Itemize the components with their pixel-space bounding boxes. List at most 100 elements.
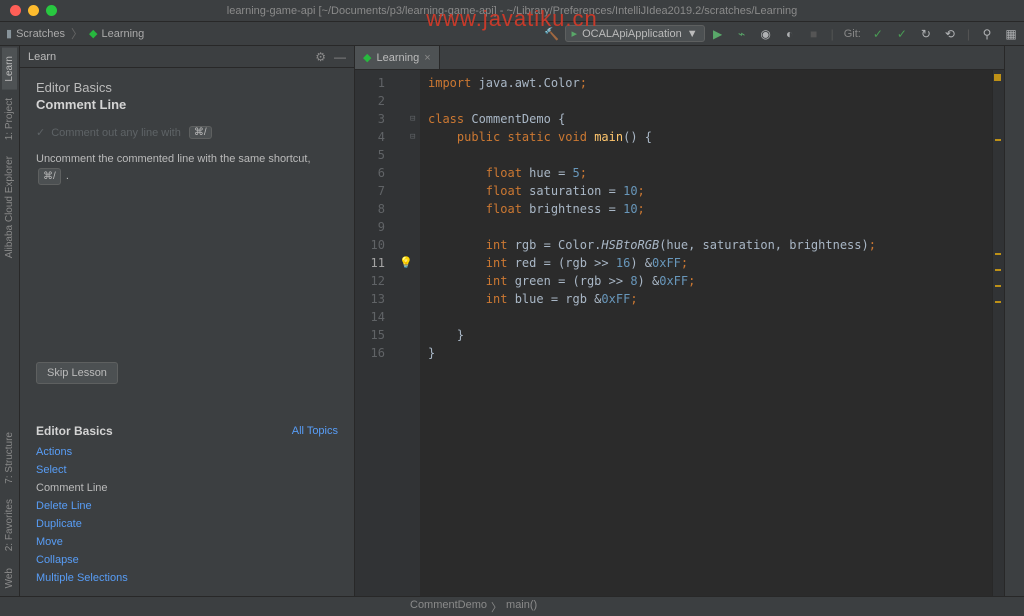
- crumb-sep: 〉: [491, 599, 502, 615]
- crumb-method[interactable]: main(): [506, 599, 537, 615]
- code-line[interactable]: }: [428, 344, 992, 362]
- intention-bulb-icon[interactable]: 💡: [399, 254, 413, 272]
- line-number[interactable]: 9: [355, 218, 385, 236]
- fold-handle[interactable]: ⊟: [410, 110, 415, 128]
- code-editor[interactable]: 12345678910111213141516 💡 ⊟ ⊟ import jav…: [355, 70, 1004, 596]
- line-number[interactable]: 6: [355, 164, 385, 182]
- topic-item[interactable]: Multiple Selections: [36, 572, 338, 584]
- all-topics-link[interactable]: All Topics: [292, 425, 338, 437]
- search-icon[interactable]: ⚲: [980, 27, 994, 41]
- rail-tab-structure[interactable]: 7: Structure: [2, 424, 17, 492]
- code-line[interactable]: int green = (rgb >> 8) &0xFF;: [428, 272, 992, 290]
- tab-label: Learning: [376, 52, 419, 64]
- close-window-button[interactable]: [10, 5, 21, 16]
- skip-lesson-button[interactable]: Skip Lesson: [36, 362, 118, 384]
- line-number[interactable]: 10: [355, 236, 385, 254]
- left-tool-rail: Learn1: ProjectAlibaba Cloud Explorer 7:…: [0, 46, 20, 596]
- line-numbers: 12345678910111213141516: [355, 70, 395, 596]
- rail-tab-favorites[interactable]: 2: Favorites: [2, 491, 17, 559]
- line-number[interactable]: 8: [355, 200, 385, 218]
- line-number[interactable]: 11: [355, 254, 385, 272]
- code-line[interactable]: [428, 218, 992, 236]
- run-button[interactable]: ▶: [711, 27, 725, 41]
- coverage-button[interactable]: ◉: [759, 27, 773, 41]
- code-line[interactable]: }: [428, 326, 992, 344]
- fold-handle[interactable]: ⊟: [410, 128, 415, 146]
- window-title: learning-game-api [~/Documents/p3/learni…: [227, 5, 797, 17]
- folder-icon: ▮: [6, 27, 12, 40]
- maximize-window-button[interactable]: [46, 5, 57, 16]
- git-history-icon[interactable]: ⟲: [943, 27, 957, 41]
- crumb-class[interactable]: CommentDemo: [410, 599, 487, 615]
- code-line[interactable]: float hue = 5;: [428, 164, 992, 182]
- line-number[interactable]: 1: [355, 74, 385, 92]
- shortcut-kbd: ⌘/: [38, 168, 61, 185]
- code-line[interactable]: class CommentDemo {: [428, 110, 992, 128]
- code-line[interactable]: int blue = rgb &0xFF;: [428, 290, 992, 308]
- config-icon: ▸: [572, 27, 578, 40]
- tab-learning[interactable]: ◆ Learning ×: [355, 46, 440, 69]
- topic-item[interactable]: Comment Line: [36, 482, 338, 494]
- breadcrumb-scratches[interactable]: ▮ Scratches: [6, 27, 65, 40]
- learn-panel-header: Learn ⚙ —: [20, 46, 354, 68]
- error-stripe[interactable]: [992, 70, 1004, 596]
- gear-icon[interactable]: ⚙: [315, 50, 326, 64]
- line-number[interactable]: 3: [355, 110, 385, 128]
- line-number[interactable]: 16: [355, 344, 385, 362]
- profile-button[interactable]: ◐: [783, 27, 797, 41]
- breadcrumb-learning[interactable]: ◆ Learning: [89, 27, 144, 40]
- topic-item[interactable]: Duplicate: [36, 518, 338, 530]
- git-commit-icon[interactable]: ✓: [871, 27, 885, 41]
- debug-button[interactable]: ⌁: [735, 27, 749, 41]
- code-line[interactable]: float brightness = 10;: [428, 200, 992, 218]
- warning-stripe[interactable]: [995, 285, 1001, 287]
- editor-breadcrumbs[interactable]: CommentDemo 〉 main(): [410, 599, 537, 615]
- line-number[interactable]: 5: [355, 146, 385, 164]
- git-update-icon[interactable]: ↻: [919, 27, 933, 41]
- code-line[interactable]: [428, 146, 992, 164]
- line-number[interactable]: 12: [355, 272, 385, 290]
- warning-stripe[interactable]: [995, 253, 1001, 255]
- right-tool-rail: [1004, 46, 1024, 596]
- rail-tab-project[interactable]: 1: Project: [2, 90, 17, 148]
- lesson-step-done: ✓ Comment out any line with ⌘/: [36, 126, 338, 139]
- warning-stripe[interactable]: [995, 269, 1001, 271]
- rail-tab-cloud[interactable]: Alibaba Cloud Explorer: [2, 148, 17, 266]
- titlebar: learning-game-api [~/Documents/p3/learni…: [0, 0, 1024, 22]
- warning-stripe[interactable]: [995, 139, 1001, 141]
- line-number[interactable]: 15: [355, 326, 385, 344]
- line-number[interactable]: 13: [355, 290, 385, 308]
- code-line[interactable]: [428, 92, 992, 110]
- minimize-window-button[interactable]: [28, 5, 39, 16]
- code-line[interactable]: [428, 308, 992, 326]
- line-number[interactable]: 4: [355, 128, 385, 146]
- close-icon[interactable]: ×: [424, 52, 430, 64]
- topic-item[interactable]: Delete Line: [36, 500, 338, 512]
- git-push-icon[interactable]: ✓: [895, 27, 909, 41]
- rail-tab-web[interactable]: Web: [2, 560, 17, 596]
- code-line[interactable]: public static void main() {: [428, 128, 992, 146]
- breadcrumb-label: Learning: [101, 28, 144, 40]
- warning-stripe[interactable]: [995, 301, 1001, 303]
- ide-settings-icon[interactable]: ▦: [1004, 27, 1018, 41]
- stop-button[interactable]: ■: [807, 27, 821, 41]
- panel-title: Learn: [28, 51, 56, 63]
- code-line[interactable]: int rgb = Color.HSBtoRGB(hue, saturation…: [428, 236, 992, 254]
- run-configuration-dropdown[interactable]: ▸ OCALApiApplication ▼: [565, 25, 705, 42]
- rail-tab-learn[interactable]: Learn: [2, 48, 17, 90]
- code-line[interactable]: import java.awt.Color;: [428, 74, 992, 92]
- main-toolbar: ▮ Scratches 〉 ◆ Learning 🔨 ▸ OCALApiAppl…: [0, 22, 1024, 46]
- build-icon[interactable]: 🔨: [545, 27, 559, 41]
- topic-item[interactable]: Actions: [36, 446, 338, 458]
- analysis-status-icon[interactable]: [994, 74, 1001, 81]
- code-line[interactable]: int red = (rgb >> 16) &0xFF;: [428, 254, 992, 272]
- topic-item[interactable]: Move: [36, 536, 338, 548]
- hide-panel-icon[interactable]: —: [334, 50, 346, 64]
- code-content[interactable]: import java.awt.Color; class CommentDemo …: [420, 70, 992, 596]
- code-line[interactable]: float saturation = 10;: [428, 182, 992, 200]
- topic-item[interactable]: Select: [36, 464, 338, 476]
- line-number[interactable]: 2: [355, 92, 385, 110]
- line-number[interactable]: 14: [355, 308, 385, 326]
- line-number[interactable]: 7: [355, 182, 385, 200]
- topic-item[interactable]: Collapse: [36, 554, 338, 566]
